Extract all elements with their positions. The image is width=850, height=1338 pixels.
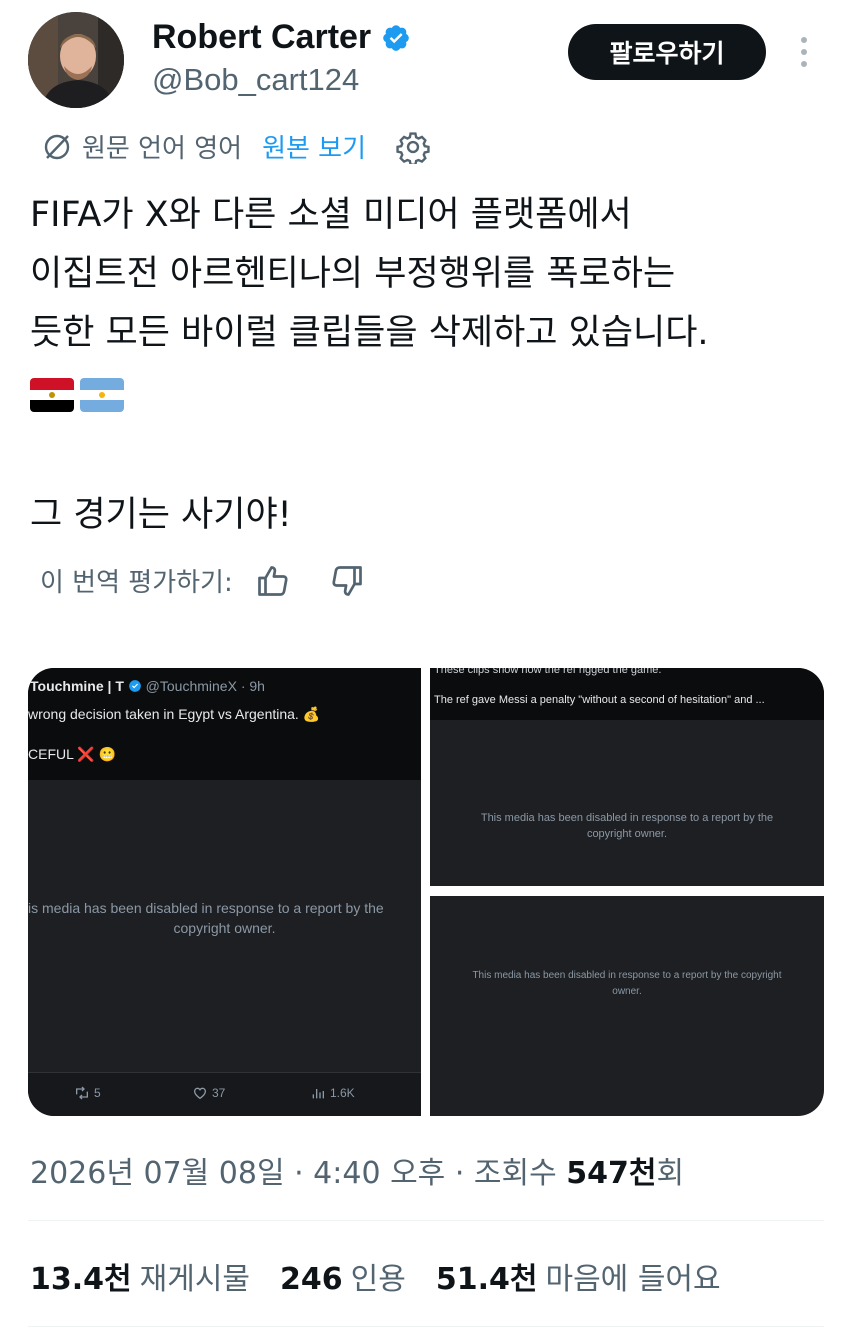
likes-stat[interactable]: 51.4천 마음에 들어요 xyxy=(436,1254,721,1298)
tweet-text-line: FIFA가 X와 다른 소셜 미디어 플랫폼에서 xyxy=(30,195,632,235)
reposts-stat[interactable]: 13.4천 재게시물 xyxy=(30,1254,250,1298)
media-disabled-line: This media has been disabled in response… xyxy=(480,812,774,824)
tweet-text-line: 이집트전 아르헨티나의 부정행위를 폭로하는 xyxy=(30,254,676,294)
source-language: 원문 언어 영어 xyxy=(82,134,243,164)
flag-emojis xyxy=(30,378,124,412)
thumbs-up-icon[interactable] xyxy=(255,563,291,599)
tweet-header: Robert Carter @Bob_cart124 팔로우하기 xyxy=(28,12,828,112)
retweet-icon xyxy=(76,1086,88,1100)
follow-button[interactable]: 팔로우하기 xyxy=(568,24,766,80)
media-disabled-line: owner. xyxy=(612,986,642,997)
verified-badge-icon xyxy=(383,24,409,51)
egypt-flag-icon xyxy=(30,378,74,412)
quotes-count: 246 xyxy=(280,1262,343,1297)
media-disabled-line: This media has been disabled in response… xyxy=(472,970,782,981)
media-grid[interactable]: Touchmine | T @TouchmineX · 9h wrong dec… xyxy=(28,668,824,1116)
media-image-top-right[interactable]: These clips show how the ref rigged the … xyxy=(430,668,824,886)
embedded-view-count: 1.6K xyxy=(330,1086,355,1100)
embedded-retweet-count: 5 xyxy=(94,1086,101,1100)
quotes-label: 인용 xyxy=(350,1262,406,1297)
media-disabled-message: This media has been disabled in response… xyxy=(430,968,824,1000)
views-bar-chart-icon xyxy=(312,1089,324,1099)
tweet-meta: 2026년 07월 08일 · 4:40 오후 · 조회수 547천회 xyxy=(30,1148,684,1192)
embedded-like-count: 37 xyxy=(212,1086,226,1100)
author-handle[interactable]: @Bob_cart124 xyxy=(152,62,359,98)
media-disabled-message: is media has been disabled in response t… xyxy=(28,898,421,938)
media-disabled-line: is media has been disabled in response t… xyxy=(28,900,384,916)
gear-icon[interactable] xyxy=(396,130,430,164)
clip-caption: These clips show how the ref rigged the … xyxy=(434,668,662,676)
author-name[interactable]: Robert Carter xyxy=(152,18,371,57)
reposts-label: 재게시물 xyxy=(139,1262,251,1297)
media-disabled-line: copyright owner. xyxy=(173,920,276,936)
show-original-link[interactable]: 원본 보기 xyxy=(262,128,366,165)
embedded-user-tag: @TouchmineX · 9h xyxy=(145,678,265,694)
embedded-likes: 37 xyxy=(192,1085,225,1101)
rate-translation-label: 이 번역 평가하기: xyxy=(40,568,233,598)
clip-title: The ref gave Messi a penalty "without a … xyxy=(434,694,765,706)
divider xyxy=(28,1220,824,1221)
argentina-flag-icon xyxy=(80,378,124,412)
avatar[interactable] xyxy=(28,12,124,108)
likes-label: 마음에 들어요 xyxy=(545,1262,721,1297)
embedded-stats-bar: 5 37 1.6K xyxy=(28,1072,421,1116)
translate-icon xyxy=(44,134,70,159)
view-count-suffix: 회 xyxy=(656,1156,685,1191)
author-name-row: Robert Carter xyxy=(152,18,411,57)
rate-translation: 이 번역 평가하기: xyxy=(40,562,365,599)
heart-icon xyxy=(193,1087,207,1100)
reposts-count: 13.4천 xyxy=(30,1262,132,1297)
translation-info: 원문 언어 영어 원본 보기 xyxy=(40,128,430,165)
media-disabled-line: copyright owner. xyxy=(586,828,668,840)
embedded-tweet-text: CEFUL ❌ 😬 xyxy=(28,746,117,762)
divider xyxy=(28,1326,824,1327)
engagement-stats: 13.4천 재게시물 246 인용 51.4천 마음에 들어요 xyxy=(30,1254,751,1298)
verified-badge-icon xyxy=(128,680,141,692)
media-image-left[interactable]: Touchmine | T @TouchmineX · 9h wrong dec… xyxy=(28,668,421,1116)
embedded-retweets: 5 xyxy=(74,1085,101,1101)
likes-count: 51.4천 xyxy=(435,1262,538,1297)
media-image-bottom-right[interactable]: This media has been disabled in response… xyxy=(430,896,824,1116)
embedded-tweet-user: Touchmine | T @TouchmineX · 9h xyxy=(30,678,265,694)
thumbs-down-icon[interactable] xyxy=(329,563,365,599)
view-count: 547천 xyxy=(566,1156,657,1191)
tweet-datetime[interactable]: 2026년 07월 08일 · 4:40 오후 · 조회수 xyxy=(30,1156,566,1191)
embedded-tweet-text: wrong decision taken in Egypt vs Argenti… xyxy=(28,706,321,722)
media-disabled-message: This media has been disabled in response… xyxy=(430,810,824,842)
tweet-text-line: 듯한 모든 바이럴 클립들을 삭제하고 있습니다. xyxy=(30,313,709,353)
tweet-text: FIFA가 X와 다른 소셜 미디어 플랫폼에서 이집트전 아르헨티나의 부정행… xyxy=(30,186,820,363)
quotes-stat[interactable]: 246 인용 xyxy=(280,1254,406,1298)
more-options-icon[interactable] xyxy=(792,34,816,70)
embedded-user-name: Touchmine | T xyxy=(30,678,124,694)
tweet-closing-line: 그 경기는 사기야! xyxy=(30,495,292,535)
embedded-views: 1.6K xyxy=(310,1085,355,1101)
